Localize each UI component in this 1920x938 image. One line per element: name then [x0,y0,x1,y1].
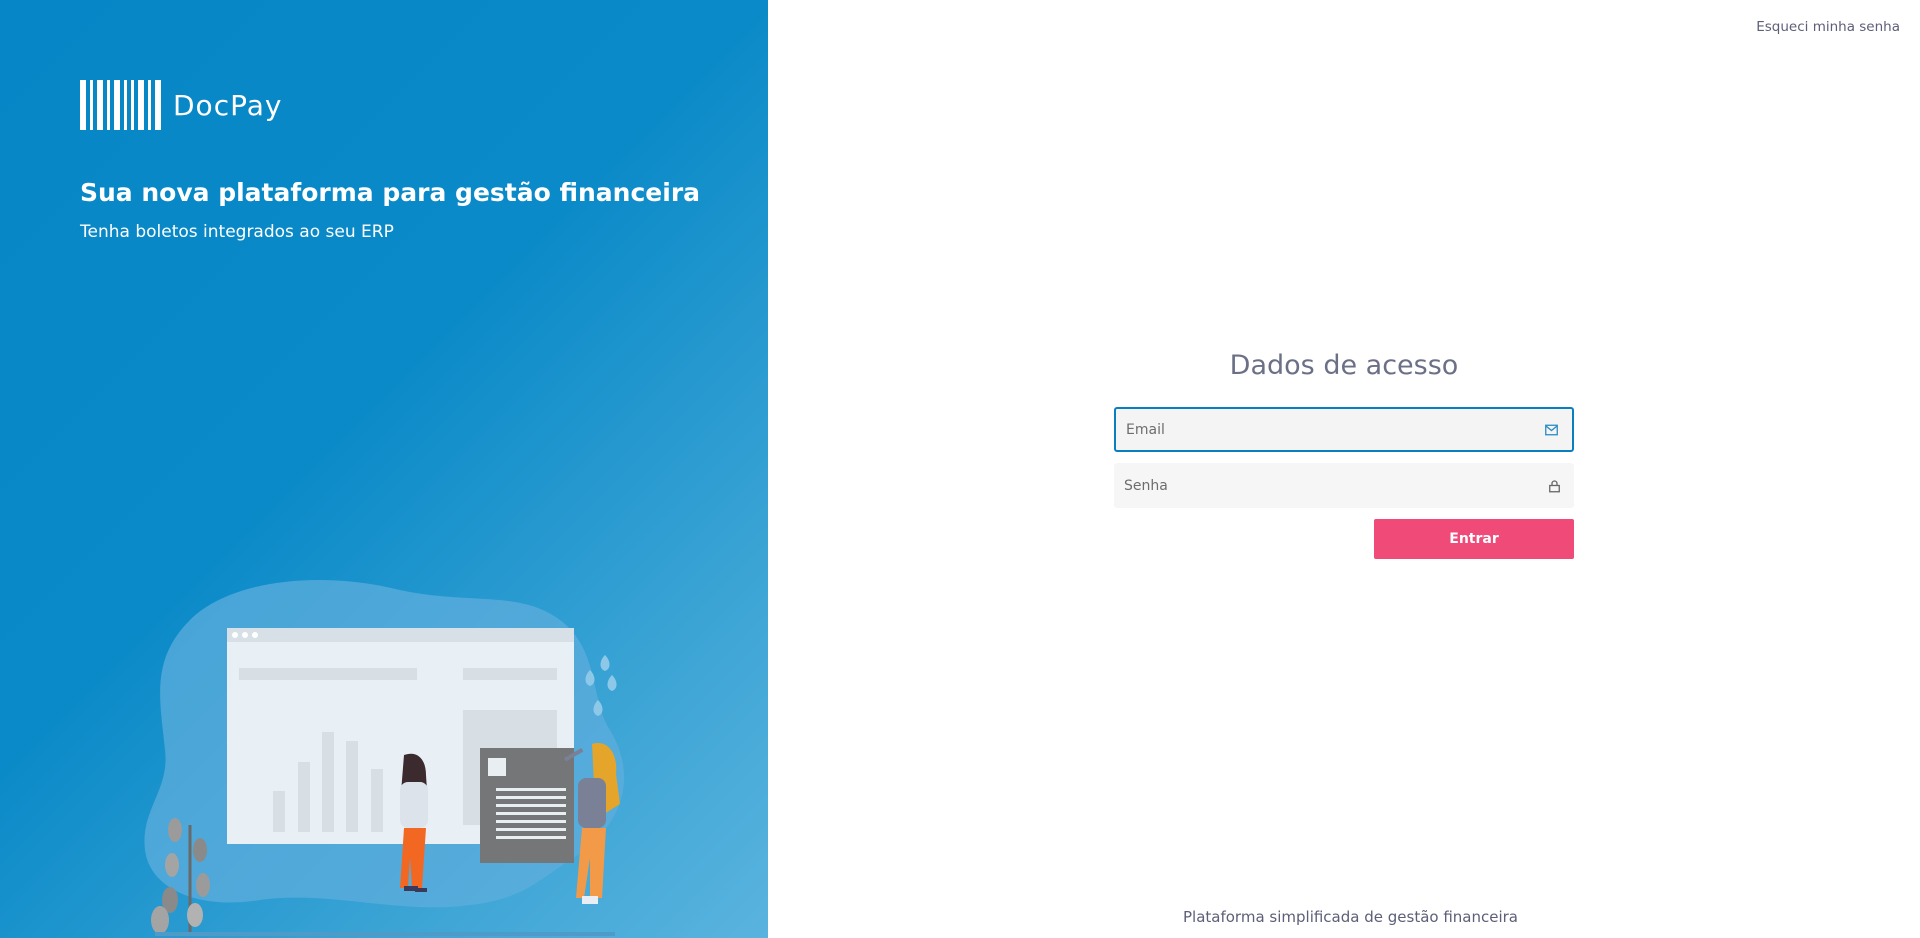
mail-icon [1545,424,1558,435]
password-field [1114,463,1574,508]
hero-panel: DocPay Sua nova plataforma para gestão f… [0,0,768,938]
floor-line [155,932,615,936]
hero-headline: Sua nova plataforma para gestão financei… [80,178,701,207]
email-field [1114,407,1574,452]
forgot-password-link[interactable]: Esqueci minha senha [1756,19,1900,35]
form-title: Dados de acesso [1229,350,1459,381]
brand-name: DocPay [173,88,283,122]
email-input[interactable] [1116,409,1572,450]
password-input[interactable] [1114,463,1574,508]
lock-icon [1549,479,1560,492]
login-button[interactable]: Entrar [1374,519,1574,559]
brand-logo: DocPay [80,80,282,130]
hero-subline: Tenha boletos integrados ao seu ERP [80,222,394,242]
submit-row: Entrar [1114,519,1574,559]
login-form: Dados de acesso Entrar [1114,350,1574,559]
barcode-logo-icon [80,80,161,130]
dashboard-illustration [144,580,625,936]
document-card [480,748,574,863]
footer-tagline: Plataforma simplificada de gestão financ… [1183,908,1518,926]
